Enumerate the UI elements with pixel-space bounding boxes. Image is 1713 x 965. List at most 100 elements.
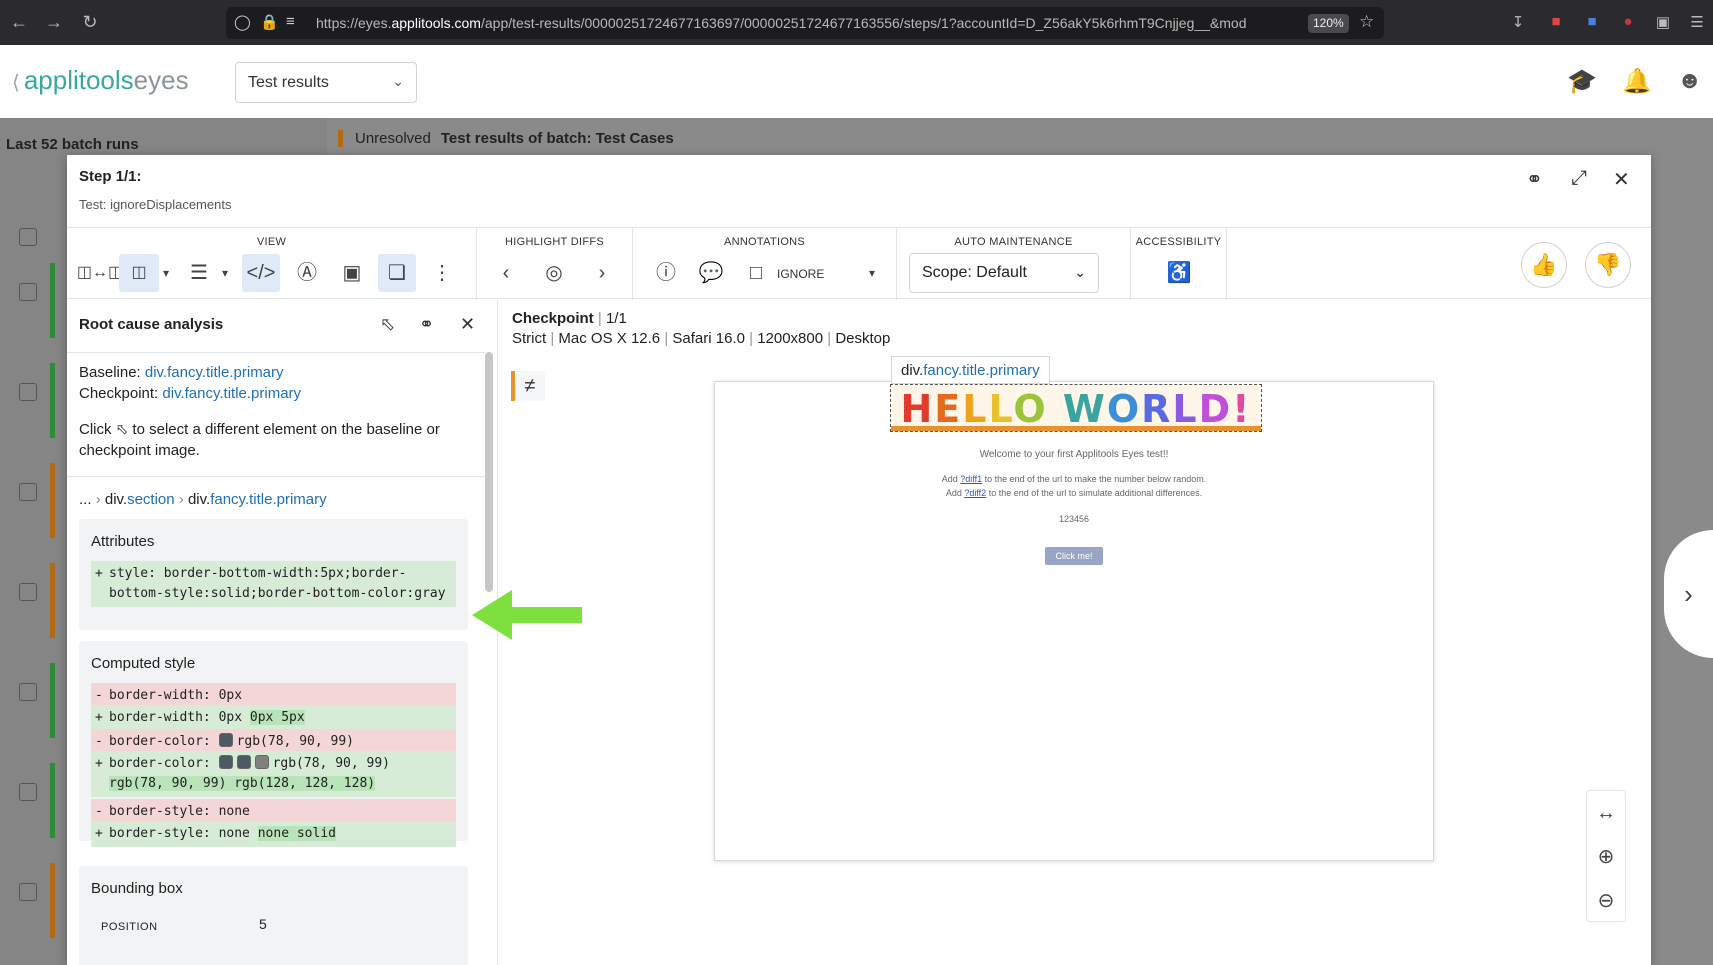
browser-info: Safari 16.0 <box>672 330 745 347</box>
border-bottom-highlight <box>891 426 1261 431</box>
row-checkbox[interactable] <box>19 483 37 501</box>
more-options-icon[interactable]: ⋮ <box>423 254 461 292</box>
diff1-link[interactable]: ?diff1 <box>960 474 982 484</box>
row-status-bar <box>50 463 55 538</box>
view-group-label: VIEW <box>256 236 287 248</box>
text-compare-icon[interactable]: Ⓐ <box>288 254 326 292</box>
ignore-region-label[interactable]: IGNORE <box>777 267 824 281</box>
comment-icon[interactable]: 💬 <box>692 254 730 292</box>
attributes-box: Attributes + style: border-bottom-width:5… <box>79 519 468 630</box>
scope-value: Scope: Default <box>922 264 1027 281</box>
position-label: POSITION <box>101 921 158 933</box>
scope-select[interactable]: Scope: Default ⌄ <box>909 253 1099 293</box>
welcome-text: Welcome to your first Applitools Eyes te… <box>979 449 1169 460</box>
chevron-down-icon: ⌄ <box>1074 264 1086 280</box>
hello-letter: L <box>962 387 989 431</box>
layers-icon[interactable]: ☰ <box>180 254 218 292</box>
not-equal-diff-marker[interactable]: ≠ <box>511 371 545 401</box>
checkpoint-element-link[interactable]: div.fancy.title.primary <box>162 385 301 402</box>
select-all-checkbox[interactable] <box>19 228 37 246</box>
auto-maintenance-group: AUTO MAINTENANCE Scope: Default ⌄ <box>897 228 1131 300</box>
extension-blue-icon[interactable]: ■ <box>1583 13 1601 31</box>
extension-red-icon[interactable]: ■ <box>1547 13 1565 31</box>
address-bar[interactable]: ◯ 🔒 ≡ https://eyes.applitools.com/app/te… <box>226 7 1384 39</box>
random-number: 123456 <box>1058 514 1090 524</box>
view-group: VIEW ◫↔◫ ◫ ▾ ☰ ▾ </> Ⓐ ▣ ❏ ⋮ <box>67 228 477 300</box>
bounding-box-title: Bounding box <box>91 880 183 897</box>
extensions-puzzle-icon[interactable]: ▣ <box>1654 13 1672 31</box>
select-element-icon[interactable]: ⬁ <box>380 314 395 335</box>
view-dropdown-icon[interactable]: ▾ <box>159 254 173 292</box>
zoom-out-icon[interactable]: ⊖ <box>1587 881 1625 921</box>
zoom-level[interactable]: 120% <box>1308 14 1349 33</box>
menu-icon[interactable]: ☰ <box>1688 13 1706 31</box>
fit-width-icon[interactable]: ↔ <box>1587 793 1625 833</box>
hello-letter: O <box>1106 387 1142 431</box>
breadcrumb-current[interactable]: fancy.title.primary <box>210 491 326 508</box>
region-select-icon[interactable]: □ <box>737 254 775 292</box>
bookmark-star-icon[interactable]: ☆ <box>1359 12 1374 32</box>
root-cause-icon[interactable]: ❏ <box>378 254 416 292</box>
diff2-link[interactable]: ?diff2 <box>964 488 986 498</box>
layers-dropdown-icon[interactable]: ▾ <box>218 254 232 292</box>
chevron-down-icon: ⌄ <box>392 73 404 89</box>
highlight-target-icon[interactable]: ◎ <box>535 254 573 292</box>
url-text[interactable]: https://eyes.applitools.com/app/test-res… <box>316 15 1304 31</box>
click-me-button[interactable]: Click me! <box>1045 547 1103 565</box>
element-breadcrumb: ... › div.section › div.fancy.title.prim… <box>79 491 327 508</box>
back-icon[interactable]: ← <box>8 11 30 33</box>
divider <box>67 476 485 477</box>
extension-red2-icon[interactable]: ● <box>1619 13 1637 31</box>
zoom-in-icon[interactable]: ⊕ <box>1587 837 1625 877</box>
permissions-icon[interactable]: ≡ <box>286 13 295 30</box>
issue-icon[interactable]: ⓘ <box>647 254 685 292</box>
row-status-bar <box>50 663 55 738</box>
row-checkbox[interactable] <box>19 783 37 801</box>
lock-icon[interactable]: 🔒 <box>260 13 279 31</box>
annotation-dropdown-icon[interactable]: ▾ <box>865 254 879 292</box>
row-checkbox[interactable] <box>19 683 37 701</box>
graduation-cap-icon[interactable]: 🎓 <box>1567 67 1597 96</box>
expand-icon[interactable]: ⤢ <box>1571 167 1587 190</box>
baseline-element-link[interactable]: div.fancy.title.primary <box>145 364 284 381</box>
color-swatch <box>218 733 233 747</box>
computed-style-box: Computed style - border-width: 0px + borde… <box>79 641 468 847</box>
hello-world-title: HELLO WORLD! <box>891 387 1261 431</box>
instruction-line-2: Add ?diff2 to the end of the url to simu… <box>945 488 1203 498</box>
thumbs-up-button[interactable]: 👍 <box>1521 242 1567 288</box>
breadcrumb-section[interactable]: section <box>127 491 175 508</box>
shield-icon[interactable]: ◯ <box>234 13 251 31</box>
rca-title: Root cause analysis <box>79 316 224 333</box>
row-checkbox[interactable] <box>19 383 37 401</box>
previous-diff-icon[interactable]: ‹ <box>487 254 525 292</box>
close-icon[interactable]: ✕ <box>1613 167 1630 192</box>
single-view-icon[interactable]: ◫ <box>119 254 159 292</box>
download-icon[interactable]: ↧ <box>1509 13 1527 31</box>
hello-world-element[interactable]: HELLO WORLD! <box>890 384 1262 432</box>
green-arrow-annotation <box>472 590 582 640</box>
breadcrumb-ellipsis[interactable]: ... <box>79 491 92 508</box>
crop-icon[interactable]: ▣ <box>333 254 371 292</box>
rca-share-icon[interactable]: ⚭ <box>419 314 434 335</box>
code-view-icon[interactable]: </> <box>242 254 280 292</box>
browser-chrome: ← → ↻ ◯ 🔒 ≡ https://eyes.applitools.com/… <box>0 0 1713 45</box>
forward-icon[interactable]: → <box>43 11 65 33</box>
hello-letter: E <box>934 387 963 431</box>
reload-icon[interactable]: ↻ <box>79 11 101 33</box>
share-icon[interactable]: ⚭ <box>1526 167 1543 192</box>
user-menu-icon[interactable]: ☻ <box>1677 67 1702 95</box>
panel-scrollbar[interactable] <box>485 352 493 592</box>
accessibility-icon[interactable]: ♿ <box>1160 254 1198 292</box>
row-checkbox[interactable] <box>19 583 37 601</box>
section-select[interactable]: Test results ⌄ <box>235 62 417 103</box>
row-checkbox[interactable] <box>19 283 37 301</box>
applitools-logo[interactable]: ⟨ applitoolseyes <box>12 65 189 96</box>
row-checkbox[interactable] <box>19 883 37 901</box>
hello-letter: W <box>1062 387 1107 431</box>
rca-close-icon[interactable]: ✕ <box>460 314 475 335</box>
root-cause-panel: Root cause analysis ⬁ ⚭ ✕ Baseline: div.… <box>67 300 498 965</box>
hello-letter: R <box>1141 387 1173 431</box>
bell-icon[interactable]: 🔔 <box>1622 67 1652 96</box>
thumbs-down-button[interactable]: 👎 <box>1585 242 1631 288</box>
next-diff-icon[interactable]: › <box>583 254 621 292</box>
